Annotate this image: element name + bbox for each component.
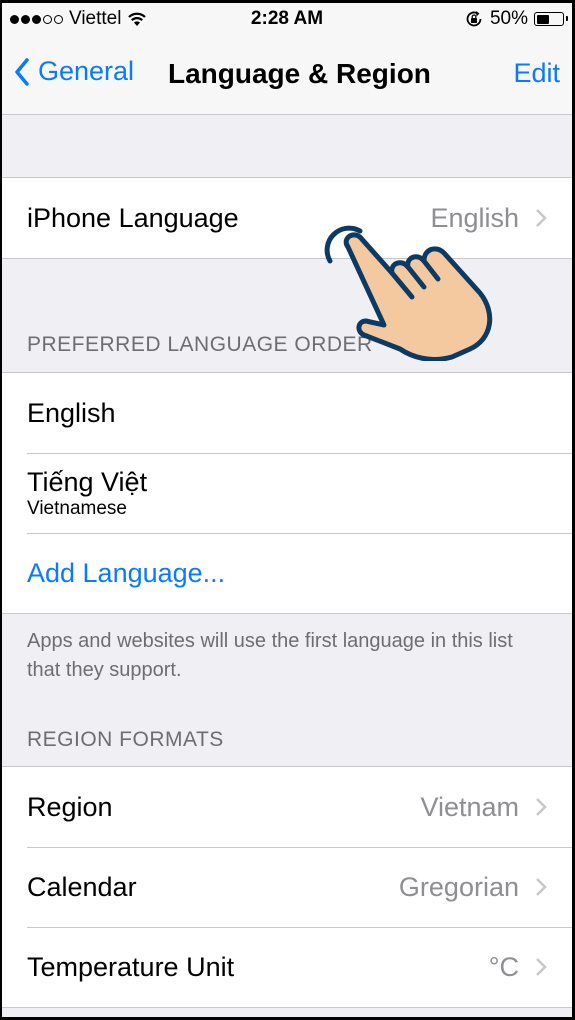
back-label: General xyxy=(38,56,135,86)
iphone-language-row[interactable]: iPhone Language English xyxy=(2,178,572,258)
battery-level xyxy=(536,14,549,24)
settings-screen: Viettel 2:28 AM 50% General Language & R… xyxy=(2,3,572,1017)
status-bar: Viettel 2:28 AM 50% xyxy=(2,3,572,38)
status-right: 50% xyxy=(464,8,568,30)
page-title: Language & Region xyxy=(168,58,431,89)
preferred-language-header: PREFERRED LANGUAGE ORDER xyxy=(27,333,373,356)
chevron-right-icon xyxy=(536,798,547,816)
row-value: Vietnam xyxy=(420,791,519,822)
temperature-unit-row[interactable]: Temperature Unit °C xyxy=(2,927,572,1007)
battery-percent: 50% xyxy=(489,8,528,29)
row-label: iPhone Language xyxy=(27,202,239,233)
row-label: Region xyxy=(27,791,113,822)
row-sublabel: Vietnamese xyxy=(27,498,127,519)
navigation-bar: General Language & Region Edit xyxy=(2,38,572,115)
battery-icon xyxy=(534,12,568,26)
rotation-lock-icon xyxy=(466,11,482,27)
row-value: °C xyxy=(488,951,519,982)
back-button[interactable]: General xyxy=(14,56,134,87)
row-label: Calendar xyxy=(27,871,137,902)
region-formats-header: REGION FORMATS xyxy=(27,728,224,751)
row-label: English xyxy=(27,397,116,428)
region-formats-group: Region Vietnam Calendar Gregorian Temper… xyxy=(2,766,572,1008)
row-value: Gregorian xyxy=(398,871,519,902)
chevron-left-icon xyxy=(15,57,29,86)
edit-button[interactable]: Edit xyxy=(513,58,560,89)
chevron-right-icon xyxy=(536,878,547,896)
add-language-label: Add Language... xyxy=(27,557,226,588)
chevron-right-icon xyxy=(536,209,547,227)
row-label: Temperature Unit xyxy=(27,951,235,982)
language-item-vietnamese[interactable]: Tiếng Việt Vietnamese xyxy=(2,453,572,533)
region-row[interactable]: Region Vietnam xyxy=(2,767,572,847)
preferred-language-footer: Apps and websites will use the first lan… xyxy=(27,630,513,681)
chevron-right-icon xyxy=(536,958,547,976)
add-language-button[interactable]: Add Language... xyxy=(2,533,572,613)
iphone-language-group: iPhone Language English xyxy=(2,177,572,259)
row-label: Tiếng Việt xyxy=(27,467,148,497)
row-value: English xyxy=(430,202,519,233)
preferred-language-group: English Tiếng Việt Vietnamese Add Langua… xyxy=(2,372,572,614)
language-item-english[interactable]: English xyxy=(2,373,572,453)
calendar-row[interactable]: Calendar Gregorian xyxy=(2,847,572,927)
